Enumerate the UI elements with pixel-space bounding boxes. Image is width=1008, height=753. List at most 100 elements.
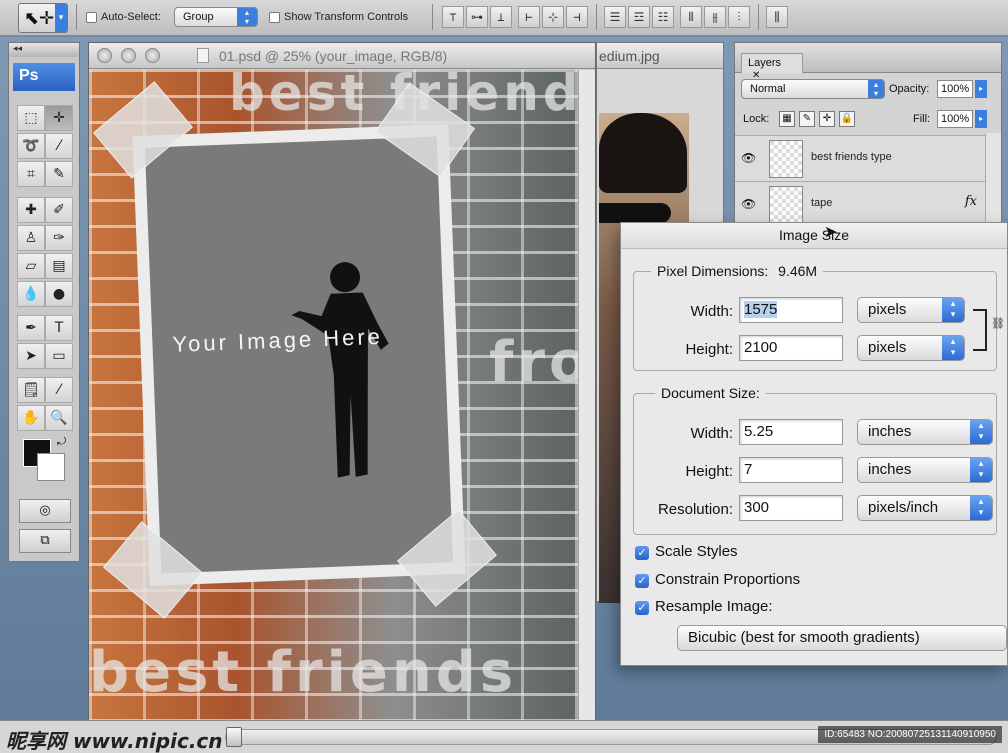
- layer-effects-icon[interactable]: fx: [965, 194, 977, 209]
- blur-tool[interactable]: 💧: [17, 281, 45, 307]
- slice-tool[interactable]: ✎: [45, 161, 73, 187]
- layers-panel: Layers ✕ Normal ▴ ▾ Opacity: 100% ▸ Lock:…: [734, 42, 1002, 227]
- distribute-bottom-button[interactable]: ☷: [652, 6, 674, 28]
- dialog-title: Image Size: [621, 223, 1007, 249]
- auto-select-dropdown[interactable]: Group ▴ ▾: [174, 7, 258, 27]
- align-hcenter-button[interactable]: ⊹: [542, 6, 564, 28]
- zoom-slider-handle[interactable]: [226, 727, 242, 747]
- screen-mode-button[interactable]: ⧉: [19, 529, 71, 553]
- eyedropper-tool[interactable]: ⁄: [45, 377, 73, 403]
- auto-align-button[interactable]: ⫼: [766, 6, 788, 28]
- magic-wand-tool[interactable]: ⁄: [45, 133, 73, 159]
- auto-select-checkbox[interactable]: [86, 12, 97, 23]
- type-tool[interactable]: T: [45, 315, 73, 341]
- pixel-height-input[interactable]: 2100: [739, 335, 843, 361]
- toolbox-header[interactable]: ◂◂: [9, 43, 79, 57]
- close-window-button[interactable]: [97, 48, 112, 63]
- doc-width-unit-dropdown[interactable]: inches ▴ ▾: [857, 419, 993, 445]
- minimize-window-button[interactable]: [121, 48, 136, 63]
- distribute-right-button[interactable]: ⫶: [728, 6, 750, 28]
- eraser-icon: ▱: [25, 258, 37, 274]
- swap-colors-icon[interactable]: ⤾: [57, 435, 66, 449]
- updown-arrow-icon: ▴ ▾: [942, 336, 964, 360]
- distribute-left-button[interactable]: ⫴: [680, 6, 702, 28]
- crop-tool[interactable]: ⌗: [17, 161, 45, 187]
- quick-mask-button[interactable]: ◎: [19, 499, 71, 523]
- pen-tool[interactable]: ✒: [17, 315, 45, 341]
- distribute-hcenter-button[interactable]: ⫵: [704, 6, 726, 28]
- opacity-input[interactable]: 100%: [937, 80, 973, 98]
- constrain-proportions-checkbox[interactable]: ✓: [635, 574, 649, 588]
- eye-icon[interactable]: 👁: [741, 151, 757, 165]
- layer-row[interactable]: 👁 tape fx: [735, 181, 985, 227]
- second-document-title-bar[interactable]: edium.jpg: [597, 43, 723, 69]
- eraser-tool[interactable]: ▱: [17, 253, 45, 279]
- lock-pixels-button[interactable]: ✎: [799, 111, 815, 127]
- align-vcenter-button[interactable]: ⊶: [466, 6, 488, 28]
- distribute-vcenter-button[interactable]: ☲: [628, 6, 650, 28]
- photoshop-logo: Ps: [13, 63, 75, 91]
- pixel-width-input[interactable]: 1575: [739, 297, 843, 323]
- gradient-tool[interactable]: ▤: [45, 253, 73, 279]
- document-title-bar[interactable]: 01.psd @ 25% (your_image, RGB/8): [89, 43, 595, 69]
- updown-arrow-icon: ▴ ▾: [970, 496, 992, 520]
- updown-arrow-icon: ▴ ▾: [970, 420, 992, 444]
- pixel-height-unit-dropdown[interactable]: pixels ▴ ▾: [857, 335, 965, 361]
- zoom-window-button[interactable]: [145, 48, 160, 63]
- marquee-tool[interactable]: ⬚: [17, 105, 45, 131]
- shape-tool[interactable]: ▭: [45, 343, 73, 369]
- pixel-width-unit-dropdown[interactable]: pixels ▴ ▾: [857, 297, 965, 323]
- clone-stamp-tool[interactable]: ♙: [17, 225, 45, 251]
- move-tool-icon: ⬉✛: [24, 8, 55, 29]
- align-left-button[interactable]: ⊢: [518, 6, 540, 28]
- eye-icon[interactable]: 👁: [741, 197, 757, 211]
- layer-row[interactable]: 👁 best friends type: [735, 135, 985, 181]
- align-right-button[interactable]: ⊣: [566, 6, 588, 28]
- hand-tool[interactable]: ✋: [17, 405, 45, 431]
- opacity-slider-toggle[interactable]: ▸: [975, 80, 987, 98]
- move-icon: ✛: [53, 110, 65, 126]
- brush-tool[interactable]: ✐: [45, 197, 73, 223]
- document-canvas[interactable]: best friends best friends fror Your Imag…: [89, 70, 579, 722]
- sunglasses: [599, 203, 671, 223]
- layers-tab[interactable]: Layers ✕: [741, 53, 803, 81]
- dodge-icon: ●: [52, 286, 66, 302]
- fill-slider-toggle[interactable]: ▸: [975, 110, 987, 128]
- lasso-tool[interactable]: ➰: [17, 133, 45, 159]
- type-icon: T: [54, 320, 64, 336]
- zoom-tool[interactable]: 🔍: [45, 405, 73, 431]
- doc-height-unit-dropdown[interactable]: inches ▴ ▾: [857, 457, 993, 483]
- resolution-unit-dropdown[interactable]: pixels/inch ▴ ▾: [857, 495, 993, 521]
- lock-transparency-button[interactable]: ▦: [779, 111, 795, 127]
- doc-width-input[interactable]: 5.25: [739, 419, 843, 445]
- blend-mode-dropdown[interactable]: Normal ▴ ▾: [741, 79, 885, 99]
- resample-image-checkbox[interactable]: ✓: [635, 601, 649, 615]
- layers-scrollbar[interactable]: [985, 133, 1001, 223]
- history-brush-tool[interactable]: ✑: [45, 225, 73, 251]
- doc-height-input[interactable]: 7: [739, 457, 843, 483]
- path-selection-tool[interactable]: ➤: [17, 343, 45, 369]
- document-scrollbar[interactable]: [578, 70, 595, 722]
- show-transform-checkbox[interactable]: [269, 12, 280, 23]
- screen-mode-icon: ⧉: [40, 533, 50, 548]
- dodge-tool[interactable]: ●: [45, 281, 73, 307]
- photo-frame: Your Image Here: [132, 124, 466, 586]
- layer-name: tape: [811, 197, 833, 209]
- resolution-input[interactable]: 300: [739, 495, 843, 521]
- resample-method-dropdown[interactable]: Bicubic (best for smooth gradients): [677, 625, 1007, 651]
- notes-tool[interactable]: 🗒: [17, 377, 45, 403]
- distribute-top-button[interactable]: ☰: [604, 6, 626, 28]
- fill-input[interactable]: 100%: [937, 110, 973, 128]
- constrain-proportions-label: Constrain Proportions: [655, 571, 801, 588]
- move-tool[interactable]: ✛: [45, 105, 73, 131]
- scale-styles-checkbox[interactable]: ✓: [635, 546, 649, 560]
- lock-all-button[interactable]: 🔒: [839, 111, 855, 127]
- tool-preset-picker[interactable]: ⬉✛ ▾: [18, 3, 68, 33]
- background-color-swatch[interactable]: [37, 453, 65, 481]
- healing-brush-tool[interactable]: ✚: [17, 197, 45, 223]
- layers-tab-label: Layers: [748, 57, 782, 69]
- lock-position-button[interactable]: ✛: [819, 111, 835, 127]
- align-bottom-button[interactable]: ⊥: [490, 6, 512, 28]
- align-top-button[interactable]: ⊤: [442, 6, 464, 28]
- crop-icon: ⌗: [27, 166, 35, 182]
